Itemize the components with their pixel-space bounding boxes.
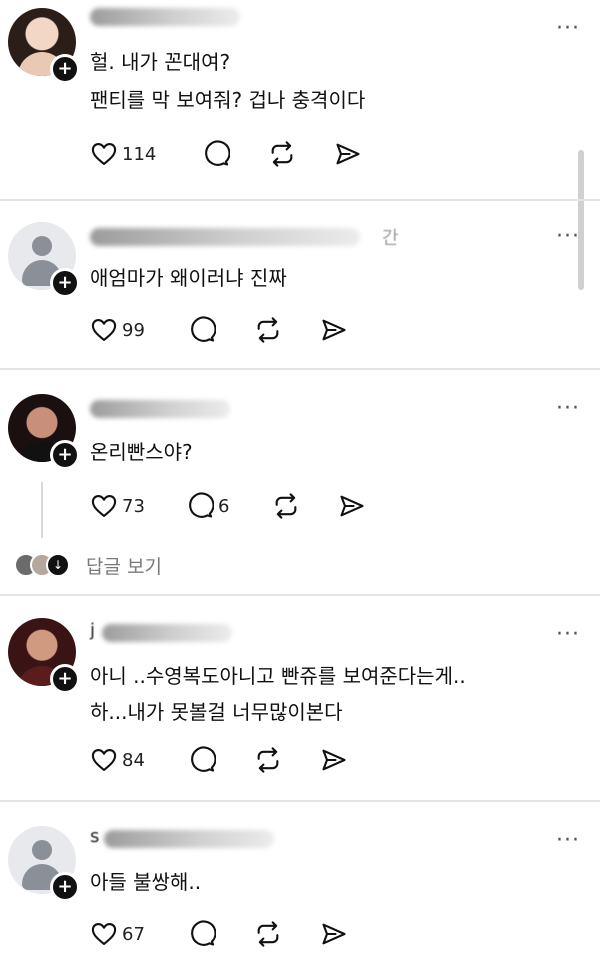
send-icon (340, 495, 364, 517)
more-options-button[interactable]: ··· (556, 830, 580, 852)
repost-icon (271, 141, 293, 167)
chevron-down-icon: ↓ (46, 553, 70, 577)
repost-icon (257, 317, 279, 343)
post-text-line: 헐. 내가 꼰대여? (90, 50, 231, 74)
like-count: 114 (122, 143, 157, 165)
comment-button[interactable] (202, 140, 234, 168)
repost-button[interactable] (268, 140, 296, 168)
post-text-line: 아들 불쌍해.. (90, 870, 202, 894)
more-options-button[interactable]: ··· (556, 226, 580, 248)
comment-button[interactable] (188, 316, 220, 344)
divider (0, 368, 600, 370)
heart-icon (91, 143, 117, 165)
send-icon (322, 319, 346, 341)
like-button[interactable]: 84 (90, 746, 145, 774)
like-button[interactable]: 99 (90, 316, 145, 344)
comment-icon (191, 920, 216, 946)
like-button[interactable]: 73 (90, 492, 145, 520)
share-button[interactable] (338, 492, 366, 520)
scrollbar[interactable] (578, 150, 584, 290)
comment-button[interactable]: 6 (186, 492, 229, 520)
send-icon (336, 143, 360, 165)
username-initial[interactable]: s (90, 826, 99, 847)
like-count: 67 (122, 923, 145, 945)
follow-button[interactable]: + (50, 664, 80, 694)
divider (0, 594, 600, 596)
comment-count: 6 (218, 495, 230, 517)
comment-button[interactable] (188, 746, 220, 774)
post-time: 간 (382, 228, 399, 249)
share-button[interactable] (320, 746, 348, 774)
follow-button[interactable]: + (50, 872, 80, 902)
repost-icon (257, 747, 279, 773)
share-button[interactable] (320, 316, 348, 344)
view-replies-button[interactable]: ↓ 답글 보기 (14, 550, 162, 580)
repost-icon (275, 493, 297, 519)
thread-line (41, 482, 43, 538)
post-text-line: 온리빤스야? (90, 440, 193, 464)
follow-button[interactable]: + (50, 440, 80, 470)
like-button[interactable]: 114 (90, 140, 156, 168)
repost-icon (257, 921, 279, 947)
send-icon (322, 923, 346, 945)
username-blurred[interactable] (90, 8, 240, 26)
comment-icon (191, 316, 216, 342)
like-count: 84 (122, 749, 145, 771)
post-text-line: 아니 ..수영복도아니고 빤쥬를 보여준다는게.. (90, 664, 466, 688)
send-icon (322, 749, 346, 771)
more-options-button[interactable]: ··· (556, 18, 580, 40)
heart-icon (91, 319, 117, 341)
repost-button[interactable] (254, 316, 282, 344)
heart-icon (91, 749, 117, 771)
share-button[interactable] (334, 140, 362, 168)
post-text-line: 애엄마가 왜이러냐 진짜 (90, 266, 287, 290)
repost-button[interactable] (254, 746, 282, 774)
divider (0, 800, 600, 802)
like-count: 73 (122, 495, 145, 517)
share-button[interactable] (320, 920, 348, 948)
repost-button[interactable] (272, 492, 300, 520)
comment-icon (191, 746, 216, 772)
comment-icon (205, 140, 230, 166)
post-text-line: 하...내가 못볼걸 너무많이본다 (90, 700, 343, 724)
follow-button[interactable]: + (50, 54, 80, 84)
view-replies-label: 답글 보기 (86, 555, 162, 578)
username-blurred[interactable] (90, 228, 360, 246)
heart-icon (91, 923, 117, 945)
post-text-line: 팬티를 막 보여줘? 겁나 충격이다 (90, 88, 366, 112)
username-blurred[interactable] (104, 830, 274, 848)
divider (0, 199, 600, 201)
comment-button[interactable] (188, 920, 220, 948)
repost-button[interactable] (254, 920, 282, 948)
username-blurred[interactable] (90, 400, 230, 418)
follow-button[interactable]: + (50, 268, 80, 298)
username-initial[interactable]: j (90, 620, 95, 641)
like-button[interactable]: 67 (90, 920, 145, 948)
like-count: 99 (122, 319, 145, 341)
heart-icon (91, 495, 117, 517)
more-options-button[interactable]: ··· (556, 624, 580, 646)
username-blurred[interactable] (102, 624, 232, 642)
more-options-button[interactable]: ··· (556, 398, 580, 420)
comment-icon (189, 492, 214, 518)
